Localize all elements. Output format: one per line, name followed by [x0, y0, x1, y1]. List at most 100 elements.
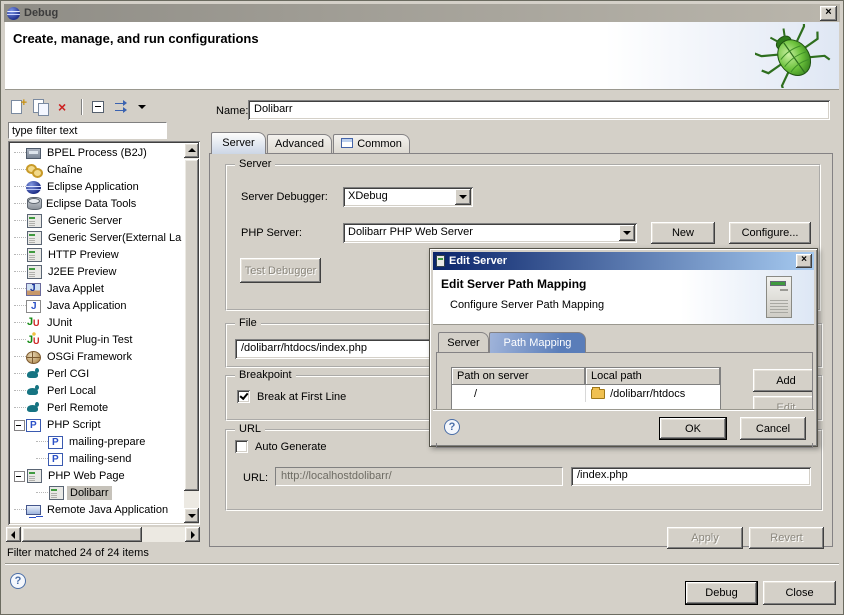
scroll-up-button[interactable] — [184, 143, 199, 158]
dropdown-arrow-icon[interactable] — [619, 225, 635, 241]
column-header-path-on-server[interactable]: Path on server — [452, 368, 586, 385]
new-server-button[interactable]: New — [651, 222, 715, 244]
filter-configurations-icon[interactable] — [114, 99, 131, 116]
camel-icon — [26, 366, 41, 381]
footer-separator — [5, 563, 839, 565]
add-mapping-button[interactable]: Add — [753, 369, 813, 392]
break-first-line-checkbox[interactable] — [237, 390, 250, 403]
help-icon[interactable]: ? — [10, 573, 26, 589]
server-debugger-label: Server Debugger: — [241, 191, 328, 203]
tree-item-label: BPEL Process (B2J) — [44, 146, 150, 160]
window-close-button[interactable]: × — [820, 6, 837, 21]
horizontal-scroll-thumb[interactable] — [22, 527, 142, 542]
new-configuration-icon[interactable]: + — [9, 99, 26, 116]
tree-item-mailing-prepare[interactable]: mailing-prepare — [10, 433, 183, 450]
tree-item-mailing-send[interactable]: mailing-send — [10, 450, 183, 467]
toolbar-separator — [81, 99, 83, 115]
auto-generate-checkbox[interactable] — [235, 440, 248, 453]
test-debugger-button[interactable]: Test Debugger — [240, 258, 321, 283]
vertical-scroll-thumb[interactable] — [184, 159, 199, 491]
column-header-local-path[interactable]: Local path — [586, 368, 720, 385]
table-row[interactable]: //dolibarr/htdocs — [452, 385, 720, 402]
dialog-titlebar[interactable]: Edit Server × — [433, 252, 814, 270]
tree-item-label: OSGi Framework — [44, 350, 135, 364]
dialog-close-button[interactable]: × — [796, 254, 812, 268]
window-titlebar[interactable]: Debug × — [4, 4, 840, 22]
dialog-heading: Edit Server Path Mapping — [441, 277, 586, 291]
tree-item-bpel-process-b2j-[interactable]: BPEL Process (B2J) — [10, 144, 183, 161]
tree-item-php-script[interactable]: PHP Script — [10, 416, 183, 433]
configure-server-button[interactable]: Configure... — [729, 222, 811, 244]
tree-item-perl-local[interactable]: Perl Local — [10, 382, 183, 399]
tree-item-label: Chaîne — [44, 163, 85, 177]
tab-server[interactable]: Server — [211, 132, 266, 154]
tree-item-label: Java Applet — [44, 282, 107, 296]
tree-connector — [34, 484, 48, 501]
tree-connector — [12, 229, 26, 246]
cell-path-on-server: / — [452, 385, 586, 402]
dropdown-arrow-icon[interactable] — [455, 189, 471, 205]
tree-item-cha-ne[interactable]: Chaîne — [10, 161, 183, 178]
break-first-line-label: Break at First Line — [257, 391, 346, 403]
tree-item-http-preview[interactable]: HTTP Preview — [10, 246, 183, 263]
scroll-left-button[interactable] — [6, 527, 21, 542]
cancel-button[interactable]: Cancel — [740, 417, 806, 440]
eclipse-icon — [26, 181, 41, 194]
server-debugger-select[interactable]: XDebug — [343, 187, 473, 207]
dialog-help-icon[interactable]: ? — [444, 419, 460, 435]
chain-icon — [26, 162, 41, 177]
tree-item-generic-server[interactable]: Generic Server — [10, 212, 183, 229]
duplicate-configuration-icon[interactable] — [33, 99, 50, 116]
dialog-tab-server[interactable]: Server — [438, 332, 489, 353]
server-icon — [27, 265, 42, 279]
url-path-field[interactable]: /index.php — [571, 467, 811, 486]
tree-item-j2ee-preview[interactable]: J2EE Preview — [10, 263, 183, 280]
camel-icon — [26, 400, 41, 415]
tree-item-label: Generic Server(External La — [45, 231, 183, 245]
filter-status-text: Filter matched 24 of 24 items — [7, 547, 149, 559]
tree-item-label: Dolibarr — [67, 486, 112, 500]
tree-connector — [12, 399, 26, 416]
tree-item-junit-plug-in-test[interactable]: JUnit Plug-in Test — [10, 331, 183, 348]
tree-item-osgi-framework[interactable]: OSGi Framework — [10, 348, 183, 365]
dialog-footer: ? OK Cancel — [433, 409, 814, 443]
tree-vertical-scrollbar[interactable] — [184, 143, 199, 523]
server-icon — [27, 214, 42, 228]
cell-local-path: /dolibarr/htdocs — [586, 385, 720, 402]
revert-button[interactable]: Revert — [749, 527, 824, 549]
name-label: Name: — [216, 105, 248, 117]
tree-item-java-application[interactable]: Java Application — [10, 297, 183, 314]
ok-button[interactable]: OK — [659, 417, 727, 440]
collapse-toggle-icon[interactable] — [12, 416, 26, 433]
tree-item-php-web-page[interactable]: PHP Web Page — [10, 467, 183, 484]
server-icon — [27, 469, 42, 483]
debug-button[interactable]: Debug — [685, 581, 758, 605]
collapse-all-icon[interactable] — [90, 99, 107, 116]
scroll-down-button[interactable] — [184, 508, 199, 523]
close-button[interactable]: Close — [763, 581, 836, 605]
server-icon — [49, 486, 64, 500]
scroll-right-button[interactable] — [185, 527, 200, 542]
tree-item-generic-server-external-la[interactable]: Generic Server(External La — [10, 229, 183, 246]
tree-item-eclipse-data-tools[interactable]: Eclipse Data Tools — [10, 195, 183, 212]
camel-icon — [26, 383, 41, 398]
tree-item-dolibarr[interactable]: Dolibarr — [10, 484, 183, 501]
tree-item-junit[interactable]: JUnit — [10, 314, 183, 331]
tree-connector — [12, 144, 26, 161]
filter-input[interactable] — [8, 122, 167, 139]
php-server-select[interactable]: Dolibarr PHP Web Server — [343, 223, 637, 243]
tree-item-eclipse-application[interactable]: Eclipse Application — [10, 178, 183, 195]
tree-item-remote-java-application[interactable]: Remote Java Application — [10, 501, 183, 518]
delete-configuration-icon[interactable]: × — [57, 99, 74, 116]
tab-advanced[interactable]: Advanced — [267, 134, 332, 154]
tree-item-perl-remote[interactable]: Perl Remote — [10, 399, 183, 416]
apply-button[interactable]: Apply — [667, 527, 743, 549]
tab-common[interactable]: Common — [333, 134, 410, 154]
name-field[interactable]: Dolibarr — [248, 100, 830, 120]
dialog-tab-path-mapping[interactable]: Path Mapping — [489, 332, 586, 353]
toolbar-menu-chevron-icon[interactable] — [138, 99, 148, 116]
collapse-toggle-icon[interactable] — [12, 467, 26, 484]
tree-horizontal-scrollbar[interactable] — [6, 527, 200, 542]
tree-item-perl-cgi[interactable]: Perl CGI — [10, 365, 183, 382]
tree-item-java-applet[interactable]: Java Applet — [10, 280, 183, 297]
